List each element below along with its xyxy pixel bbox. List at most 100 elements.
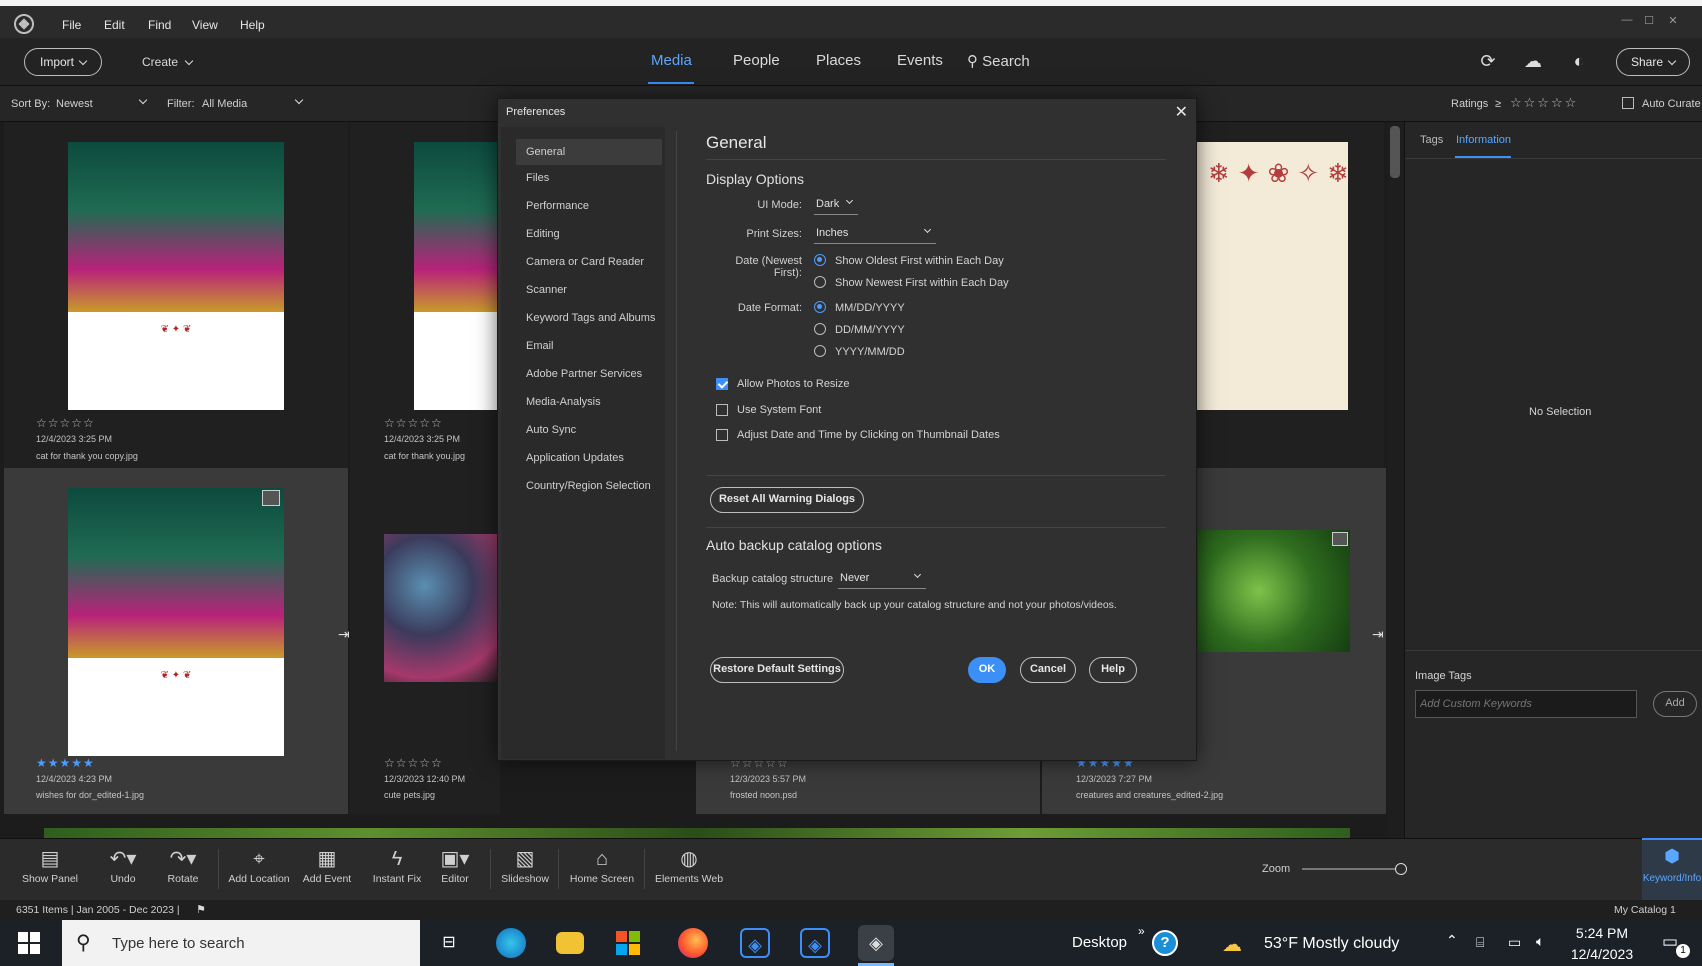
tab-information[interactable]: Information [1456,134,1511,146]
minimize-icon[interactable]: — [1618,14,1636,28]
clock-time[interactable]: 5:24 PM [1574,925,1630,941]
expand-arrow-icon[interactable]: ⇥ [1372,626,1384,643]
star-rating[interactable]: ☆☆☆☆☆ [384,416,443,430]
rotate-button[interactable]: ↷▾ Rotate [158,845,208,885]
media-item[interactable]: ☆☆☆☆☆ 12/4/2023 3:25 PM cat for thank yo… [350,122,500,468]
thumbnail[interactable]: ❦ ✦ ❦ [68,488,284,756]
flag-icon[interactable]: ⚑ [196,903,206,916]
format-mmddyyyy-radio[interactable] [814,301,826,313]
show-panel-button[interactable]: ▤ Show Panel [20,845,80,885]
windows-start-icon[interactable] [18,932,40,954]
tab-search[interactable]: ⚲ Search [967,52,1030,70]
create-button[interactable]: Create [142,55,194,69]
category-media-analysis[interactable]: Media-Analysis [526,396,601,408]
add-keyword-button[interactable]: Add [1653,691,1697,717]
star-rating[interactable]: ☆☆☆☆☆ [384,756,443,770]
taskbar-search-box[interactable]: ⚲ Type here to search [62,920,420,966]
category-application-updates[interactable]: Application Updates [526,452,624,464]
category-scanner[interactable]: Scanner [526,284,567,296]
import-button[interactable]: Import [24,48,102,76]
weather-text[interactable]: 53°F Mostly cloudy [1264,935,1399,953]
network-icon[interactable]: ▭ [1508,934,1521,951]
menu-help[interactable]: Help [240,18,265,32]
slideshow-button[interactable]: ▧ Slideshow [498,845,552,885]
media-item[interactable]: ❦ ✦ ❦ ⇥ ★★★★★ 12/4/2023 4:23 PM wishes f… [4,468,350,814]
keyword-input[interactable] [1415,690,1637,718]
menu-edit[interactable]: Edit [104,18,125,32]
cloud-icon[interactable]: ☁ [1521,49,1545,73]
file-explorer-icon[interactable] [556,932,584,954]
thumbnail[interactable]: ❄✦❀✧❄✦❀✧❄✦❀✧ [1196,142,1348,410]
date-newest-first-radio[interactable] [814,276,826,288]
sync-icon[interactable]: ⟳ [1476,49,1500,73]
tab-people[interactable]: People [733,52,780,69]
star-rating[interactable]: ☆☆☆☆☆ [36,416,95,430]
category-auto-sync[interactable]: Auto Sync [526,424,576,436]
category-camera-card-reader[interactable]: Camera or Card Reader [526,256,644,268]
menu-view[interactable]: View [192,18,218,32]
print-sizes-dropdown[interactable]: Inches [814,224,936,244]
category-editing[interactable]: Editing [526,228,560,240]
tab-places[interactable]: Places [816,52,861,69]
reset-warnings-button[interactable]: Reset All Warning Dialogs [710,487,864,513]
active-elements-app-icon[interactable]: ◈ [858,925,894,961]
maximize-icon[interactable]: ☐ [1640,14,1658,28]
zoom-slider-handle[interactable] [1395,863,1407,875]
thumbnail[interactable] [384,534,500,682]
home-screen-button[interactable]: ⌂ Home Screen [568,845,636,885]
organizer-app-icon[interactable]: ◈ [740,928,770,958]
help-icon[interactable]: ? [1152,930,1178,956]
backup-structure-dropdown[interactable]: Never [838,569,926,589]
category-country-region[interactable]: Country/Region Selection [526,480,651,492]
weather-icon[interactable]: ☁ [1222,932,1242,957]
category-email[interactable]: Email [526,340,554,352]
undo-button[interactable]: ↶▾ Undo [98,845,148,885]
firefox-icon[interactable] [678,928,708,958]
help-button[interactable]: Help [1089,657,1137,683]
close-window-icon[interactable]: ✕ [1664,14,1682,28]
date-oldest-first-radio[interactable] [814,254,826,266]
meet-icon[interactable]: ⌸ [1476,934,1484,951]
grid-scrollbar[interactable] [1390,126,1400,178]
expand-arrow-icon[interactable]: ⇥ [338,626,350,643]
restore-defaults-button[interactable]: Restore Default Settings [710,657,844,683]
category-adobe-partner-services[interactable]: Adobe Partner Services [526,368,642,380]
volume-icon[interactable]: 🔈︎ [1536,933,1544,950]
edge-browser-icon[interactable] [496,928,526,958]
add-event-button[interactable]: ▦ Add Event [298,845,356,885]
desktop-toolbar-label[interactable]: Desktop [1072,934,1127,951]
media-item[interactable]: ❄✦❀✧❄✦❀✧❄✦❀✧ [1196,122,1384,468]
cancel-button[interactable]: Cancel [1020,657,1076,683]
menu-find[interactable]: Find [148,18,171,32]
editor-button[interactable]: ▣▾ Editor [432,845,478,885]
contrast-icon[interactable]: ◐ [1567,49,1591,73]
adjust-date-checkbox[interactable] [716,429,728,441]
elements-web-button[interactable]: ◍ Elements Web [652,845,726,885]
format-ddmmyyyy-radio[interactable] [814,323,826,335]
filter-dropdown[interactable]: All Media [202,95,304,110]
tab-events[interactable]: Events [897,52,943,69]
instant-fix-button[interactable]: ϟ Instant Fix [370,845,424,885]
category-performance[interactable]: Performance [526,200,589,212]
media-item[interactable]: ☆☆☆☆☆ 12/3/2023 12:40 PM cute pets.jpg [350,468,500,814]
media-item[interactable]: ❦ ✦ ❦ ☆☆☆☆☆ 12/4/2023 3:25 PM cat for th… [4,122,348,468]
clock-date[interactable]: 12/4/2023 [1568,946,1636,962]
task-view-icon[interactable]: ⊟ [434,928,464,958]
share-button[interactable]: Share [1616,48,1690,76]
tab-media[interactable]: Media [651,52,692,69]
system-font-checkbox[interactable] [716,404,728,416]
ui-mode-dropdown[interactable]: Dark [814,195,858,215]
microsoft-store-icon[interactable] [616,931,640,955]
sort-dropdown[interactable]: Newest [56,95,148,110]
category-keyword-tags-albums[interactable]: Keyword Tags and Albums [526,312,655,324]
star-rating[interactable]: ★★★★★ [36,756,95,770]
category-general[interactable]: General [516,139,662,165]
ok-button[interactable]: OK [968,657,1006,683]
chevron-up-icon[interactable]: ⌃ [1446,932,1458,949]
tab-tags[interactable]: Tags [1420,134,1443,146]
zoom-slider-track[interactable] [1302,868,1404,870]
elements-app-icon[interactable]: ◈ [800,928,830,958]
thumbnail[interactable]: ❦ ✦ ❦ [68,142,284,410]
category-files[interactable]: Files [526,172,549,184]
add-location-button[interactable]: ⌖ Add Location [226,845,292,885]
